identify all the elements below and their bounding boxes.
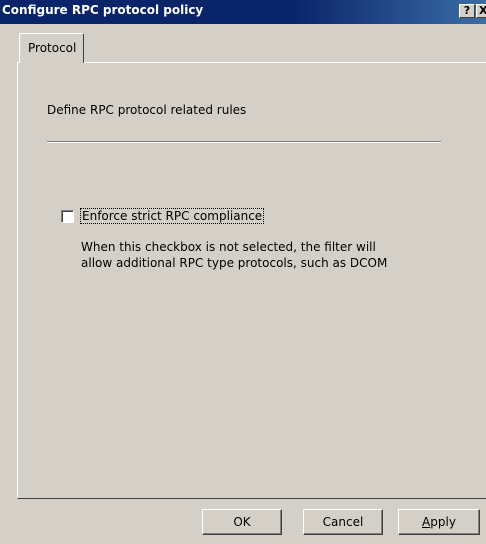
title-bar[interactable]: Configure RPC protocol policy ? X bbox=[0, 0, 486, 24]
section-title: Define RPC protocol related rules bbox=[47, 103, 247, 117]
close-icon: X bbox=[479, 4, 486, 17]
separator-line bbox=[47, 141, 441, 143]
close-button[interactable]: X bbox=[476, 4, 486, 18]
ok-button[interactable]: OK bbox=[202, 509, 282, 535]
apply-button[interactable]: Apply bbox=[398, 509, 480, 535]
tab-panel bbox=[17, 62, 486, 499]
dialog-window: Configure RPC protocol policy ? X Protoc… bbox=[0, 0, 486, 544]
window-title: Configure RPC protocol policy bbox=[2, 3, 204, 17]
help-icon: ? bbox=[463, 4, 471, 17]
help-button[interactable]: ? bbox=[459, 4, 475, 18]
strict-rpc-checkbox[interactable] bbox=[61, 210, 74, 223]
description-line-2: allow additional RPC type protocols, suc… bbox=[81, 256, 388, 270]
description-text: When this checkbox is not selected, the … bbox=[81, 239, 387, 271]
tab-protocol[interactable]: Protocol bbox=[19, 33, 84, 63]
tab-protocol-label: Protocol bbox=[28, 41, 77, 55]
cancel-button[interactable]: Cancel bbox=[303, 509, 383, 535]
apply-label: pply bbox=[430, 515, 456, 529]
strict-rpc-checkbox-label[interactable]: Enforce strict RPC compliance bbox=[80, 208, 265, 224]
description-line-1: When this checkbox is not selected, the … bbox=[81, 240, 376, 254]
